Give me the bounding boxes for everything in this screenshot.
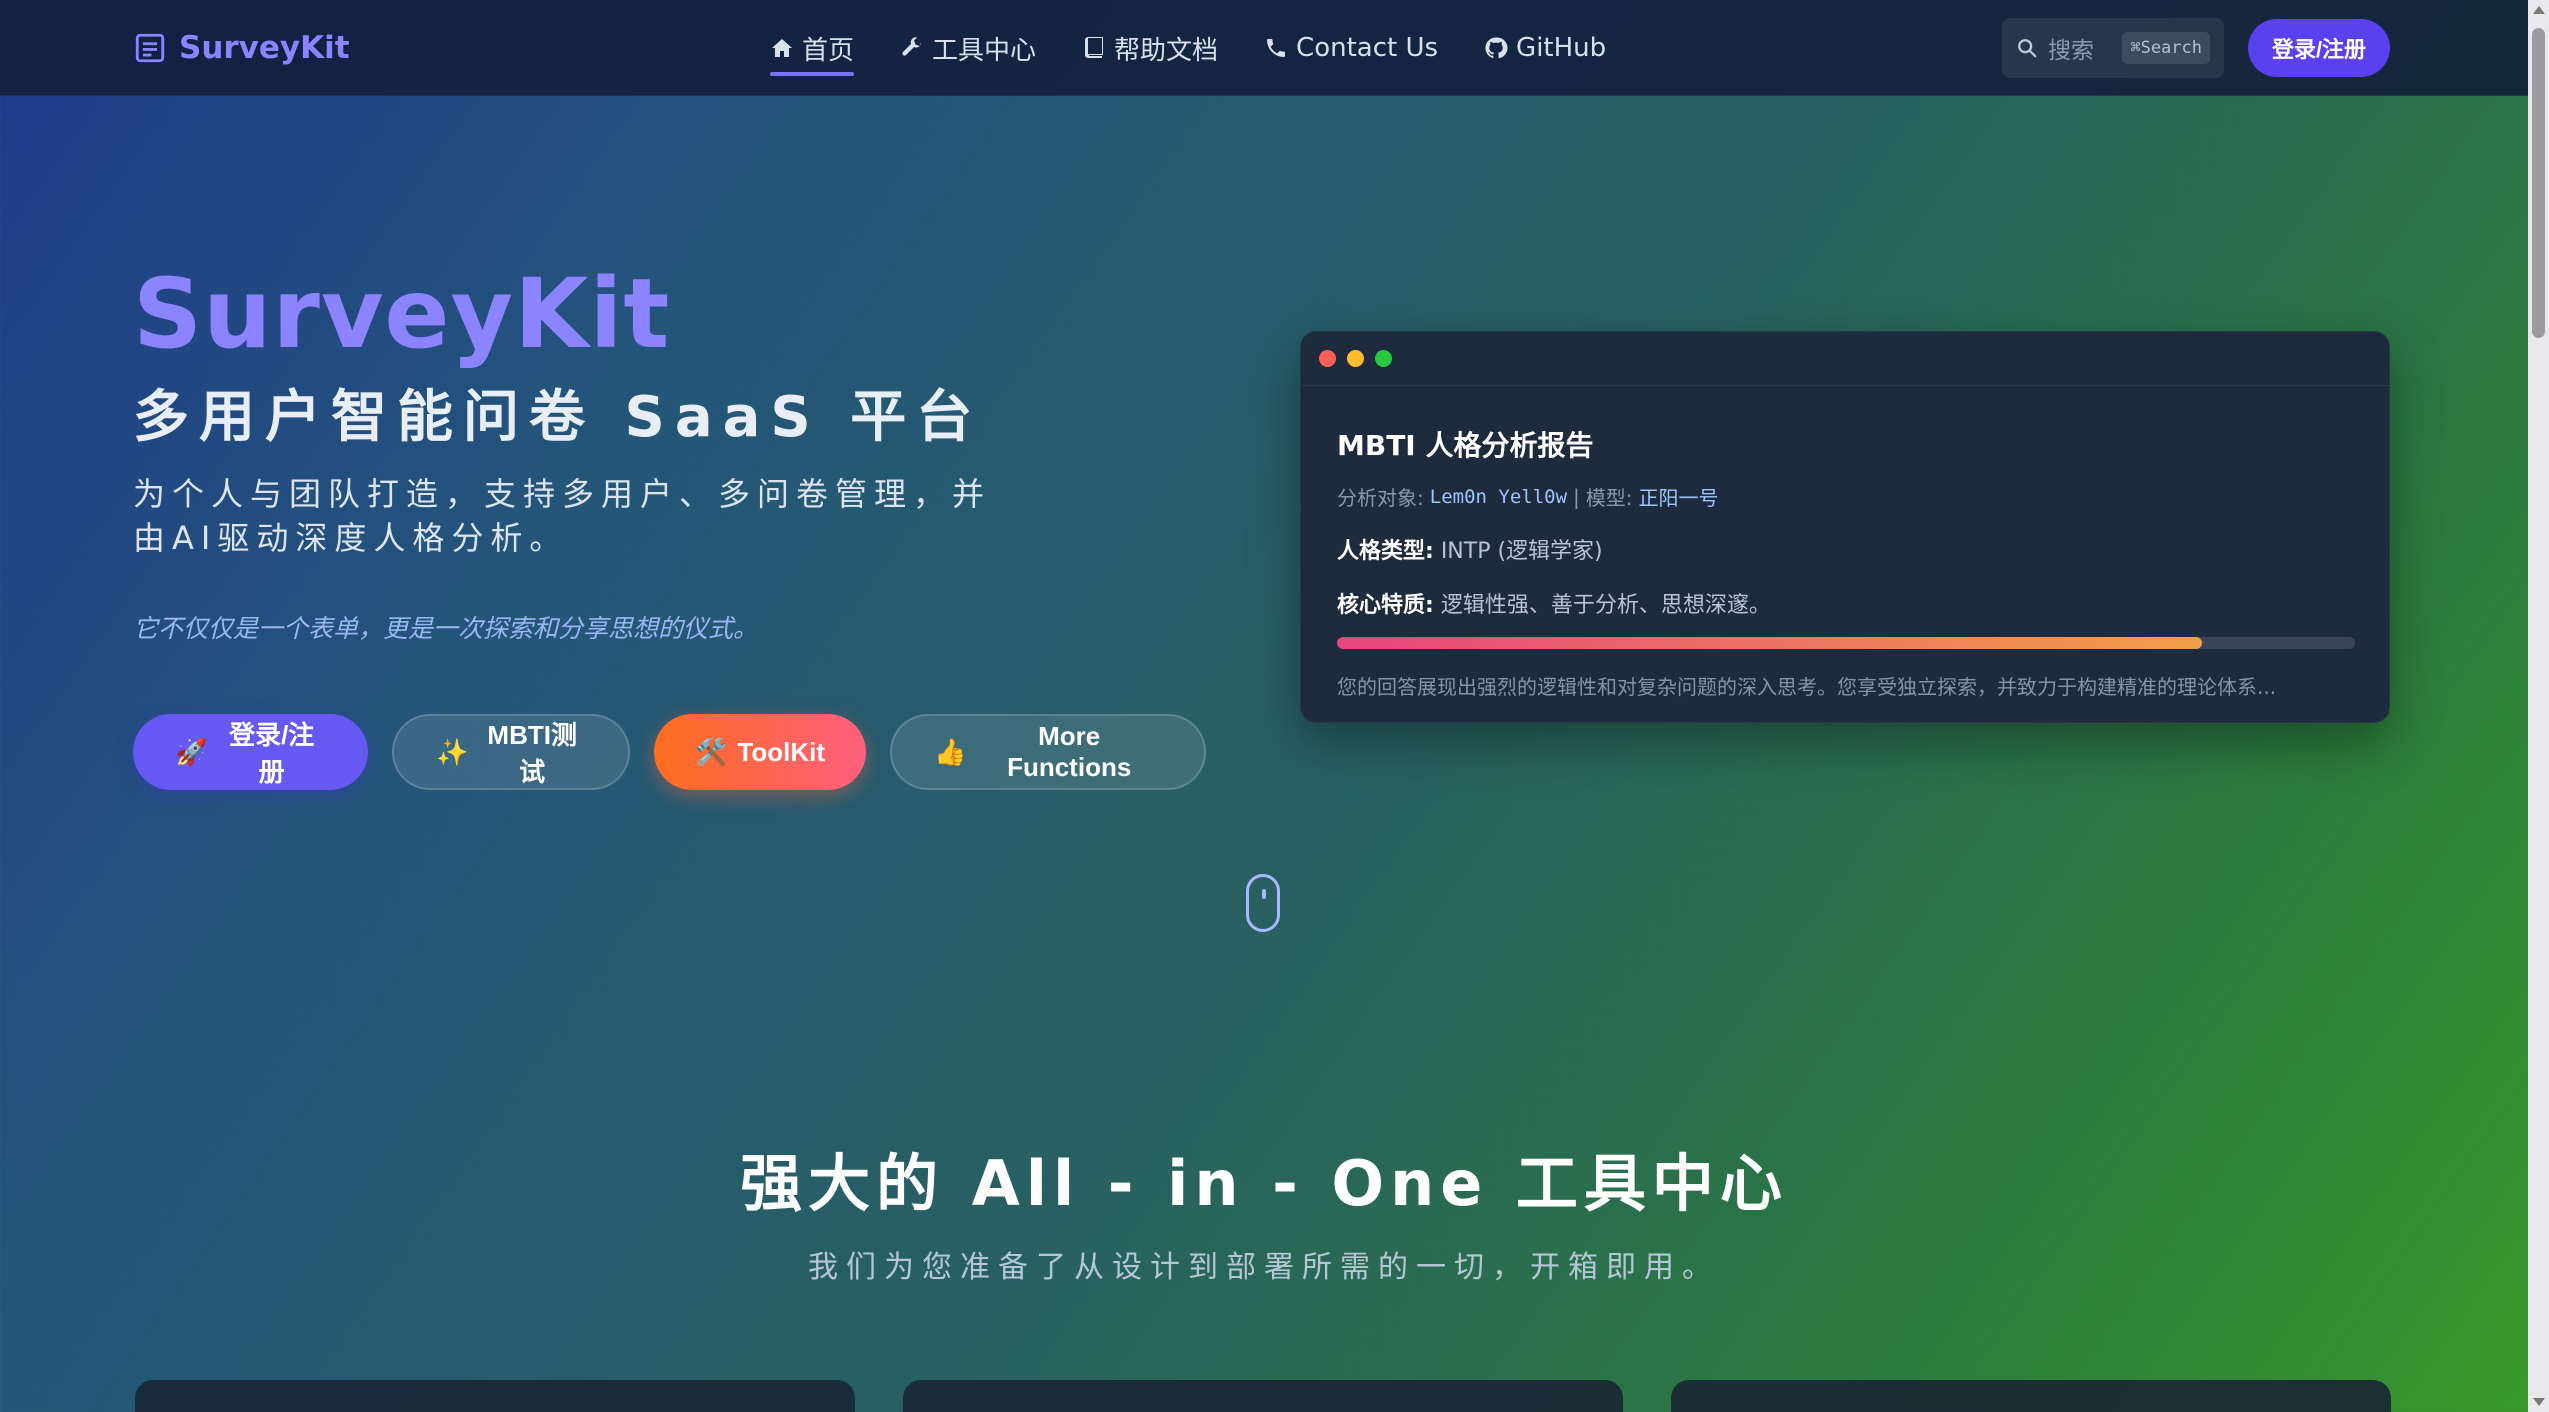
tools-icon: 🛠️ [695, 736, 728, 767]
personality-type-row: 人格类型: INTP (逻辑学家) [1337, 533, 2353, 565]
login-button[interactable]: 登录/注册 [2248, 19, 2390, 77]
button-label: More Functions [1007, 721, 1132, 782]
scroll-down-arrow-icon[interactable] [2533, 1398, 2545, 1406]
feature-card[interactable] [135, 1380, 855, 1412]
search-placeholder: 搜索 [2048, 38, 2094, 64]
search-input[interactable]: 搜索 ⌘Search [2002, 18, 2224, 78]
window-dot-yellow [1347, 350, 1364, 367]
scroll-up-arrow-icon[interactable] [2533, 6, 2545, 14]
nav-item-label: 帮助文档 [1114, 35, 1219, 66]
hero-description: 为个人与团队打造，支持多用户、多问卷管理，并由AI驱动深度人格分析。 [133, 475, 992, 557]
button-label: ToolKit [737, 736, 825, 767]
report-title: MBTI 人格分析报告 [1337, 429, 1594, 462]
button-label: 登录/注册 [229, 720, 315, 787]
phone-icon [1267, 39, 1286, 57]
type-value: INTP (逻辑学家) [1440, 539, 1603, 564]
type-label: 人格类型: [1337, 539, 1434, 564]
progress-fill [1337, 637, 2203, 649]
search-icon [2018, 39, 2037, 58]
hero-login-button[interactable]: 🚀 登录/注册 [133, 714, 368, 790]
home-icon [772, 39, 792, 57]
thumbs-up-icon: 👍 [934, 736, 967, 767]
scroll-down-mouse-icon[interactable] [1246, 874, 1280, 932]
mouse-wheel [1262, 889, 1266, 899]
search-shortcut-badge: ⌘Search [2122, 32, 2210, 64]
brand-name: SurveyKit [179, 30, 350, 66]
nav-item-home[interactable]: 首页 [770, 0, 855, 96]
wrench-icon [902, 37, 922, 56]
page-scrollbar[interactable] [2528, 0, 2549, 1412]
button-label: MBTI测试 [487, 720, 577, 787]
nav-item-label: 工具中心 [932, 35, 1037, 66]
mbti-test-button[interactable]: ✨ MBTI测试 [392, 714, 630, 790]
toolkit-button[interactable]: 🛠️ ToolKit [654, 714, 866, 790]
survey-list-icon [135, 33, 165, 63]
nav-item-docs[interactable]: 帮助文档 [1082, 0, 1218, 96]
github-icon [1485, 37, 1508, 59]
report-meta: 分析对象: Lem0n Yell0w | 模型: 正阳一号 [1337, 482, 2353, 511]
report-summary: 您的回答展现出强烈的逻辑性和对复杂问题的深入思考。您享受独立探索，并致力于构建精… [1337, 675, 2277, 699]
feature-card[interactable] [1671, 1380, 2391, 1412]
meta-model: 正阳一号 [1638, 486, 1719, 510]
more-functions-button[interactable]: 👍 More Functions [890, 714, 1206, 790]
rocket-icon: 🚀 [175, 736, 208, 767]
hero-tagline: 它不仅仅是一个表单，更是一次探索和分享思想的仪式。 [133, 614, 759, 643]
trait-value: 逻辑性强、善于分析、思想深邃。 [1440, 593, 1771, 618]
top-navbar: SurveyKit 首页 工具中心 帮助文档 Contact Us GitHub… [0, 0, 2528, 96]
window-titlebar [1301, 332, 2389, 386]
hero-buttons: 🚀 登录/注册 ✨ MBTI测试 🛠️ ToolKit 👍 More Funct… [133, 714, 1206, 790]
meta-subject: Lem0n Yell0w [1429, 485, 1568, 508]
core-trait-row: 核心特质: 逻辑性强、善于分析、思想深邃。 [1337, 587, 2353, 619]
nav-item-contact[interactable]: Contact Us [1264, 0, 1438, 96]
report-preview-card: MBTI 人格分析报告 分析对象: Lem0n Yell0w | 模型: 正阳一… [1300, 331, 2390, 723]
brand-logo[interactable]: SurveyKit [133, 30, 350, 66]
progress-bar [1337, 637, 2355, 649]
meta-separator: | [1573, 484, 1580, 509]
nav-item-label: 首页 [802, 35, 855, 66]
book-icon [1085, 37, 1104, 58]
meta-subject-label: 分析对象: [1337, 486, 1424, 510]
nav-item-label: GitHub [1516, 33, 1607, 63]
trait-label: 核心特质: [1337, 593, 1434, 618]
nav-links: 首页 工具中心 帮助文档 Contact Us GitHub [770, 0, 1606, 96]
nav-item-github[interactable]: GitHub [1484, 0, 1606, 96]
meta-model-label: 模型: [1585, 486, 1633, 510]
nav-item-tools[interactable]: 工具中心 [900, 0, 1036, 96]
nav-item-label: Contact Us [1296, 33, 1439, 63]
scrollbar-thumb[interactable] [2532, 28, 2545, 338]
window-dot-red [1319, 350, 1336, 367]
hero-subtitle: 多用户智能问卷 SaaS 平台 [133, 385, 983, 450]
hero-title: SurveyKit [133, 258, 671, 370]
section-title: 强大的 All - in - One 工具中心 [740, 1147, 1788, 1220]
window-dot-green [1375, 350, 1392, 367]
section-subtitle: 我们为您准备了从设计到部署所需的一切，开箱即用。 [808, 1250, 1720, 1285]
feature-card[interactable] [903, 1380, 1623, 1412]
sparkles-icon: ✨ [436, 736, 469, 767]
